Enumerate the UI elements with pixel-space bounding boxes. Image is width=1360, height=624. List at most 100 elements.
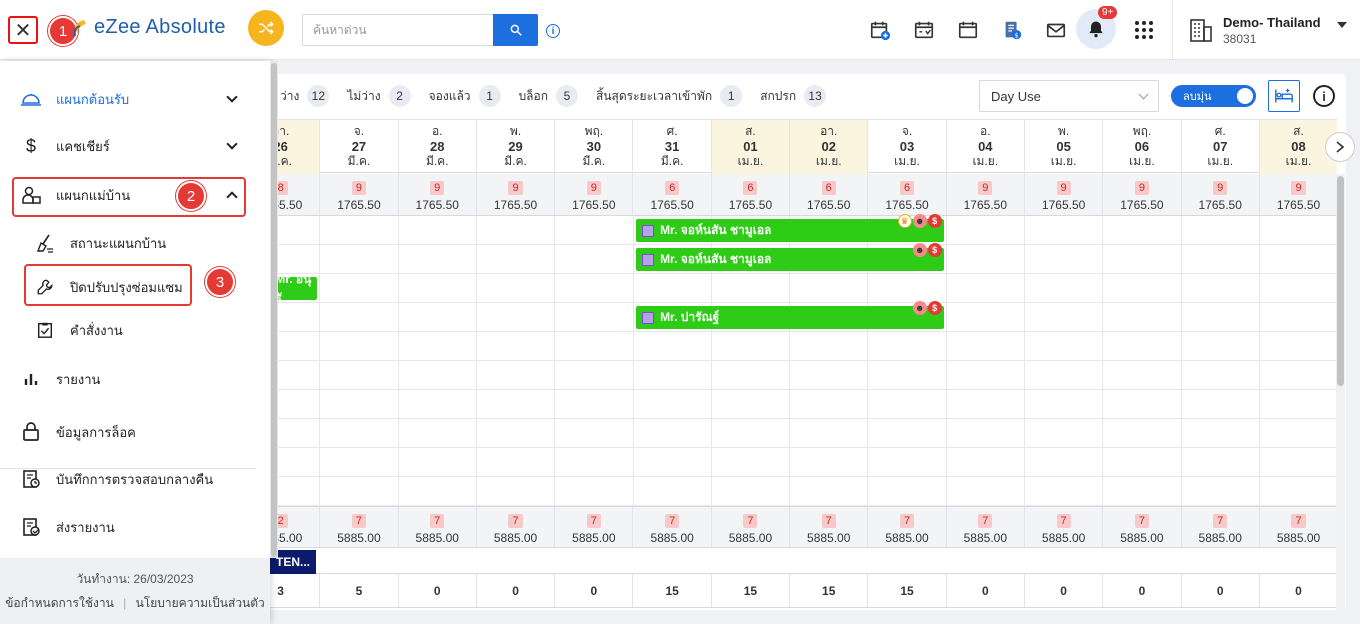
availability-cell[interactable]: 9 1765.50 [1180, 174, 1259, 215]
sidebar-scrollbar[interactable] [270, 61, 278, 558]
shuffle-icon[interactable] [248, 10, 284, 46]
availability-cell[interactable]: 7 5885.00 [710, 507, 789, 547]
availability-cell[interactable]: 6 1765.50 [710, 174, 789, 215]
room-row[interactable] [270, 274, 1336, 303]
total-cell: 15 [789, 574, 867, 607]
sidebar-subitem-maintenance-block[interactable]: ปิดปรับปรุงซ่อมแซม [34, 275, 183, 299]
calendar-scrollbar-thumb[interactable] [1337, 176, 1344, 386]
info-icon[interactable]: i [546, 24, 560, 38]
date-header-cell[interactable]: พฤ. 30 มี.ค. [554, 120, 632, 174]
stat-vacant[interactable]: ว่าง 12 [280, 85, 330, 107]
availability-cell[interactable]: 9 1765.50 [1023, 174, 1102, 215]
sidebar-subitem-housekeeping-status[interactable]: สถานะแผนกบ้าน [34, 231, 166, 255]
stat-label: ว่าง [280, 88, 300, 103]
help-icon[interactable]: i [1313, 85, 1335, 107]
sidebar-subitem-work-orders[interactable]: คำสั่งงาน [34, 318, 123, 342]
availability-cell[interactable]: 7 5885.00 [1023, 507, 1102, 547]
date-header-cell[interactable]: จ. 03 เม.ย. [867, 120, 945, 174]
search-button[interactable] [493, 14, 538, 46]
availability-cell[interactable]: 9 1765.50 [554, 174, 632, 215]
booking-bar[interactable]: Mr. จอห์นสัน ชามูเอล ♛ ☻ $ [636, 214, 944, 242]
date-header-cell[interactable]: อา. 02 เม.ย. [789, 120, 868, 174]
view-select[interactable]: Day Use [979, 80, 1159, 112]
close-menu-button[interactable]: ✕ [8, 16, 38, 44]
availability-cell[interactable]: 9 1765.50 [1102, 174, 1180, 215]
sidebar-menu: แผนกต้อนรับ $ แคชเชียร์ แผนกแม่บ้าน 2 สถ… [0, 61, 270, 624]
date-header-cell[interactable]: พ. 29 มี.ค. [475, 120, 554, 174]
date-header-cell[interactable]: ศ. 31 มี.ค. [632, 120, 710, 174]
month-label: เม.ย. [737, 154, 764, 168]
add-reservation-icon[interactable] [868, 18, 892, 42]
privacy-link[interactable]: นโยบายความเป็นส่วนตัว [136, 596, 265, 610]
availability-cell[interactable]: 7 5885.00 [867, 507, 945, 547]
date-header-cell[interactable]: พฤ. 06 เม.ย. [1102, 120, 1180, 174]
chevron-down-icon[interactable] [226, 138, 238, 150]
stat-reserved[interactable]: จองแล้ว 1 [429, 85, 501, 107]
sidebar-item-cashier[interactable]: $ แคชเชียร์ [20, 134, 110, 158]
availability-cell[interactable]: 7 5885.00 [554, 507, 632, 547]
billing-icon[interactable]: $ [1000, 18, 1024, 42]
availability-cell[interactable]: 7 5885.00 [319, 507, 397, 547]
booking-bar[interactable]: Mr. ปารัณฐ์ ☻ $ [636, 301, 944, 329]
apps-grid-icon[interactable] [1132, 18, 1156, 42]
availability-cell[interactable]: 9 1765.50 [319, 174, 397, 215]
stat-blocked[interactable]: บล็อก 5 [519, 85, 579, 107]
checkout-calendar-icon[interactable] [912, 18, 936, 42]
rate-value: 1765.50 [1276, 198, 1321, 212]
availability-cell[interactable]: 6 1765.50 [867, 174, 945, 215]
availability-cell[interactable]: 7 5885.00 [1102, 507, 1180, 547]
app-logo[interactable]: eZee Absolute [70, 16, 226, 39]
sidebar-item-housekeeping[interactable]: แผนกแม่บ้าน [20, 183, 130, 207]
stat-due-out[interactable]: สิ้นสุดระยะเวลาเข้าพัก 1 [596, 85, 743, 107]
availability-cell[interactable]: 9 1765.50 [475, 174, 554, 215]
calendar-scrollbar[interactable] [1336, 174, 1345, 610]
compact-toggle[interactable]: ลบมุ่น [1171, 85, 1256, 107]
availability-cell[interactable]: 6 1765.50 [632, 174, 710, 215]
room-view-button[interactable] [1268, 80, 1300, 112]
availability-cell[interactable]: 7 5885.00 [1180, 507, 1259, 547]
availability-cell[interactable]: 7 5885.00 [1258, 507, 1337, 547]
next-dates-button[interactable] [1325, 132, 1355, 162]
housekeeper-icon [20, 184, 42, 206]
chevron-down-icon[interactable] [1337, 22, 1347, 28]
availability-cell[interactable]: 7 5885.00 [632, 507, 710, 547]
sidebar-item-send-report[interactable]: ส่งรายงาน [20, 515, 115, 539]
room-row[interactable] [270, 361, 1336, 390]
property-selector[interactable]: Demo- Thailand 38031 [1172, 0, 1321, 60]
availability-cell[interactable]: 6 1765.50 [789, 174, 867, 215]
date-header-cell[interactable]: ศ. 07 เม.ย. [1180, 120, 1259, 174]
room-row[interactable] [270, 477, 1336, 506]
availability-cell[interactable]: 9 1765.50 [1258, 174, 1337, 215]
mail-icon[interactable] [1044, 18, 1068, 42]
sidebar-item-front-desk[interactable]: แผนกต้อนรับ [20, 87, 129, 111]
room-row[interactable] [270, 448, 1336, 477]
room-row[interactable] [270, 332, 1336, 361]
chevron-down-icon[interactable] [226, 91, 238, 103]
day-number: 06 [1134, 139, 1150, 154]
quick-search-input[interactable]: ค้นหาด่วน [302, 14, 494, 46]
terms-link[interactable]: ข้อกำหนดการใช้งาน [5, 596, 114, 610]
availability-cell[interactable]: 7 5885.00 [475, 507, 554, 547]
stat-dirty[interactable]: สกปรก 13 [760, 85, 827, 107]
availability-cell[interactable]: 7 5885.00 [789, 507, 867, 547]
booking-bar[interactable]: Mr. จอห์นสัน ชามูเอล ☻ $ [636, 243, 944, 271]
sidebar-item-lock-data[interactable]: ข้อมูลการล็อค [20, 420, 136, 444]
date-header-cell[interactable]: อ. 28 มี.ค. [397, 120, 476, 174]
date-header-cell[interactable]: อ. 04 เม.ย. [945, 120, 1024, 174]
room-row[interactable] [270, 390, 1336, 419]
sidebar-scrollbar-thumb[interactable] [271, 63, 277, 557]
date-header-cell[interactable]: พ. 05 เม.ย. [1023, 120, 1102, 174]
availability-cell[interactable]: 7 5885.00 [397, 507, 476, 547]
sidebar-item-night-audit[interactable]: บันทึกการตรวจสอบกลางคืน [20, 467, 213, 491]
availability-cell[interactable]: 7 5885.00 [945, 507, 1024, 547]
availability-cell[interactable]: 9 1765.50 [397, 174, 476, 215]
date-header-cell[interactable]: จ. 27 มี.ค. [319, 120, 397, 174]
sidebar-item-reports[interactable]: รายงาน [20, 367, 100, 391]
rate-value: 5885.00 [1120, 531, 1164, 545]
room-row[interactable] [270, 419, 1336, 448]
stat-occupied[interactable]: ไม่ว่าง 2 [347, 85, 411, 107]
availability-cell[interactable]: 9 1765.50 [945, 174, 1024, 215]
calendar-icon[interactable] [956, 18, 980, 42]
date-header-cell[interactable]: ส. 01 เม.ย. [710, 120, 790, 174]
guest-name: Mr. ปารัณฐ์ [660, 310, 720, 324]
